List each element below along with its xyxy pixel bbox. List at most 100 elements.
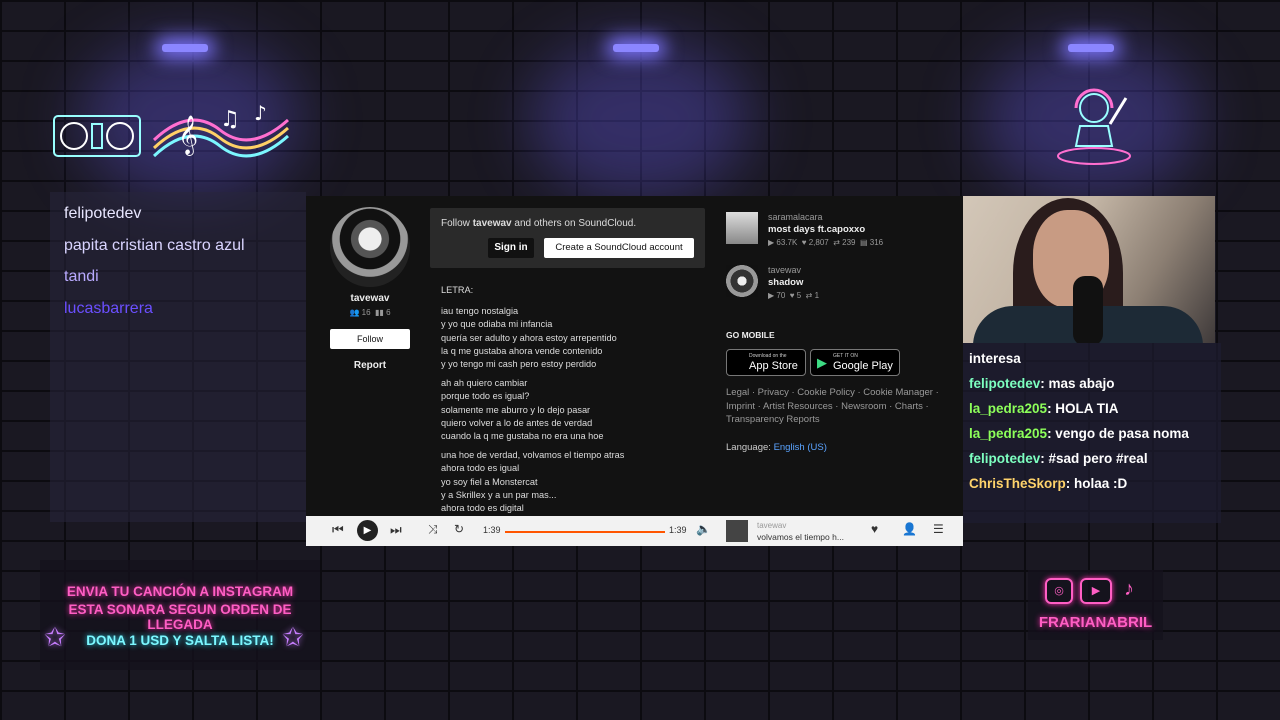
profile-username[interactable]: tavewav xyxy=(330,293,410,304)
chat-username: felipotedev xyxy=(969,451,1041,466)
track-stats: ▶ 70 ♥ 5 ⇄ 1 xyxy=(768,291,819,300)
lyrics-line: quiero volver a lo de antes de verdad xyxy=(441,417,593,428)
legal-links[interactable]: Legal · Privacy · Cookie Policy · Cookie… xyxy=(726,386,951,427)
followers-count: 16 xyxy=(361,308,371,317)
queue-icon[interactable]: ☰ xyxy=(933,522,944,536)
chat-message: la_pedra205: HOLA TIA xyxy=(969,401,1119,416)
song-request-promo: ENVIA TU CANCIÓN A INSTAGRAM ESTA SONARA… xyxy=(40,560,320,670)
follow-prompt-text: Follow tavewav and others on SoundCloud. xyxy=(441,218,636,229)
like-icon: ♥ xyxy=(789,291,795,300)
now-playing-artist[interactable]: tavewav xyxy=(757,521,786,530)
follow-prompt-user[interactable]: tavewav xyxy=(473,218,512,229)
track-artist[interactable]: tavewav xyxy=(768,265,801,275)
track-description: LETRA: iau tengo nostalgia y yo que odia… xyxy=(441,284,624,515)
comment-icon: ▤ xyxy=(859,238,868,247)
language-label: Language: xyxy=(726,442,771,453)
repeat-icon[interactable]: ↻ xyxy=(454,522,464,536)
track-artist[interactable]: saramalacara xyxy=(768,212,823,222)
promo-line-3: DONA 1 USD Y SALTA LISTA! xyxy=(86,633,274,648)
play-icon: ▶ xyxy=(363,525,372,536)
soundcloud-window: tavewav 👥 16 ▮▮ 6 Follow Report Follow t… xyxy=(306,196,963,546)
like-icon[interactable]: ♥ xyxy=(871,522,878,536)
play-count: 70 xyxy=(776,291,786,300)
chat-username: ChrisTheSkorp xyxy=(969,476,1066,491)
ceiling-lamp xyxy=(1068,44,1114,52)
track-artwork[interactable] xyxy=(726,212,758,244)
chat-username: felipotedev xyxy=(969,376,1041,391)
previous-track-icon[interactable]: ⏮ xyxy=(332,522,344,538)
google-play-button[interactable]: ▶ GET IT ON Google Play xyxy=(810,349,900,376)
like-count: 2,807 xyxy=(808,238,829,247)
play-pause-button[interactable]: ▶ xyxy=(357,520,378,541)
profile-avatar[interactable] xyxy=(330,207,410,287)
lyrics-line: quería ser adulto y ahora estoy arrepent… xyxy=(441,332,617,343)
like-icon: ♥ xyxy=(801,238,807,247)
lyrics-line: ah ah quiero cambiar xyxy=(441,378,528,389)
app-store-button[interactable]: Download on the App Store xyxy=(726,349,806,376)
star-icon: ✩ xyxy=(44,622,66,652)
next-track-icon[interactable]: ⏭ xyxy=(390,522,402,538)
track-title[interactable]: shadow xyxy=(768,277,803,288)
related-track[interactable]: tavewav shadow ▶ 70 ♥ 5 ⇄ 1 xyxy=(726,265,956,301)
repost-count: 1 xyxy=(814,291,820,300)
chat-message: felipotedev: #sad pero #real xyxy=(969,451,1148,466)
dj-turntable-icon xyxy=(53,115,141,157)
now-playing-title[interactable]: volvamos el tiempo h... xyxy=(757,532,844,542)
repost-count: 239 xyxy=(842,238,856,247)
google-play-small-text: GET IT ON xyxy=(833,353,858,359)
lyrics-line: una hoe de verdad, volvamos el tiempo at… xyxy=(441,450,625,461)
tiktok-icon: ♪ xyxy=(1124,578,1134,600)
now-playing-artwork[interactable] xyxy=(726,520,748,542)
track-artwork[interactable] xyxy=(726,265,758,297)
chat-panel: interesa felipotedev: mas abajo la_pedra… xyxy=(963,343,1221,523)
tracks-icon: ▮▮ xyxy=(375,308,384,317)
social-handle: FRARIANABRIL xyxy=(1038,614,1153,631)
progress-bar[interactable] xyxy=(505,531,665,533)
play-count: 63.7K xyxy=(776,238,798,247)
lyrics-line: ahora todo es digital xyxy=(441,503,524,514)
elapsed-time: 1:39 xyxy=(483,525,501,535)
follow-user-icon[interactable]: 👤 xyxy=(902,522,917,536)
follow-prompt-prefix: Follow xyxy=(441,218,473,229)
spotlight-glow-center xyxy=(530,40,750,200)
like-count: 5 xyxy=(796,291,802,300)
viewer-name: felipotedev xyxy=(64,205,142,222)
create-account-button[interactable]: Create a SoundCloud account xyxy=(544,238,694,258)
lyrics-line: iau tengo nostalgia xyxy=(441,306,519,317)
viewer-name: tandi xyxy=(64,268,99,285)
youtube-icon: ▶ xyxy=(1080,578,1112,604)
lyrics-line: y yo tengo mi cash pero estoy perdido xyxy=(441,359,597,370)
app-store-small-text: Download on the xyxy=(749,353,787,359)
report-link[interactable]: Report xyxy=(330,360,410,371)
volume-icon[interactable]: 🔈 xyxy=(696,522,711,536)
instagram-icon: ◎ xyxy=(1045,578,1073,604)
comment-count: 316 xyxy=(869,238,884,247)
go-mobile-heading: GO MOBILE xyxy=(726,330,775,340)
sign-in-button[interactable]: Sign in xyxy=(488,238,534,258)
tracks-count: 6 xyxy=(386,308,391,317)
track-title[interactable]: most days ft.capoxxo xyxy=(768,224,865,235)
lyrics-line: solamente me aburro y lo dejo pasar xyxy=(441,404,591,415)
language-link[interactable]: English (US) xyxy=(774,442,827,453)
related-track[interactable]: saramalacara most days ft.capoxxo ▶ 63.7… xyxy=(726,212,956,248)
chat-message: felipotedev: mas abajo xyxy=(969,376,1115,391)
promo-line-2: ESTA SONARA SEGUN ORDEN DE LLEGADA xyxy=(68,602,292,632)
chat-text: : holaa :D xyxy=(1065,476,1128,491)
webcam-feed xyxy=(963,196,1215,343)
lyrics-line: cuando la q me gustaba no era una hoe xyxy=(441,431,604,442)
viewer-name: papita cristian castro azul xyxy=(64,236,245,254)
svg-text:♪: ♪ xyxy=(254,101,267,125)
google-play-large-text: Google Play xyxy=(833,360,893,372)
microphone xyxy=(1073,276,1103,343)
social-media-panel: ◎ ▶ ♪ FRARIANABRIL xyxy=(1028,570,1163,640)
chat-text: : HOLA TIA xyxy=(1047,401,1119,416)
viewer-list: felipotedev papita cristian castro azul … xyxy=(64,198,245,324)
profile-stats: 👥 16 ▮▮ 6 xyxy=(330,308,410,317)
shuffle-icon[interactable]: ⤨ xyxy=(428,522,438,537)
track-stats: ▶ 63.7K ♥ 2,807 ⇄ 239 ▤ 316 xyxy=(768,238,883,247)
follow-button[interactable]: Follow xyxy=(330,329,410,349)
play-count-icon: ▶ xyxy=(768,291,775,300)
chat-message: ChrisTheSkorp: holaa :D xyxy=(969,476,1127,491)
music-notes-icon: 𝄞 ♫ ♪ xyxy=(152,101,289,158)
repost-icon: ⇄ xyxy=(805,291,813,300)
